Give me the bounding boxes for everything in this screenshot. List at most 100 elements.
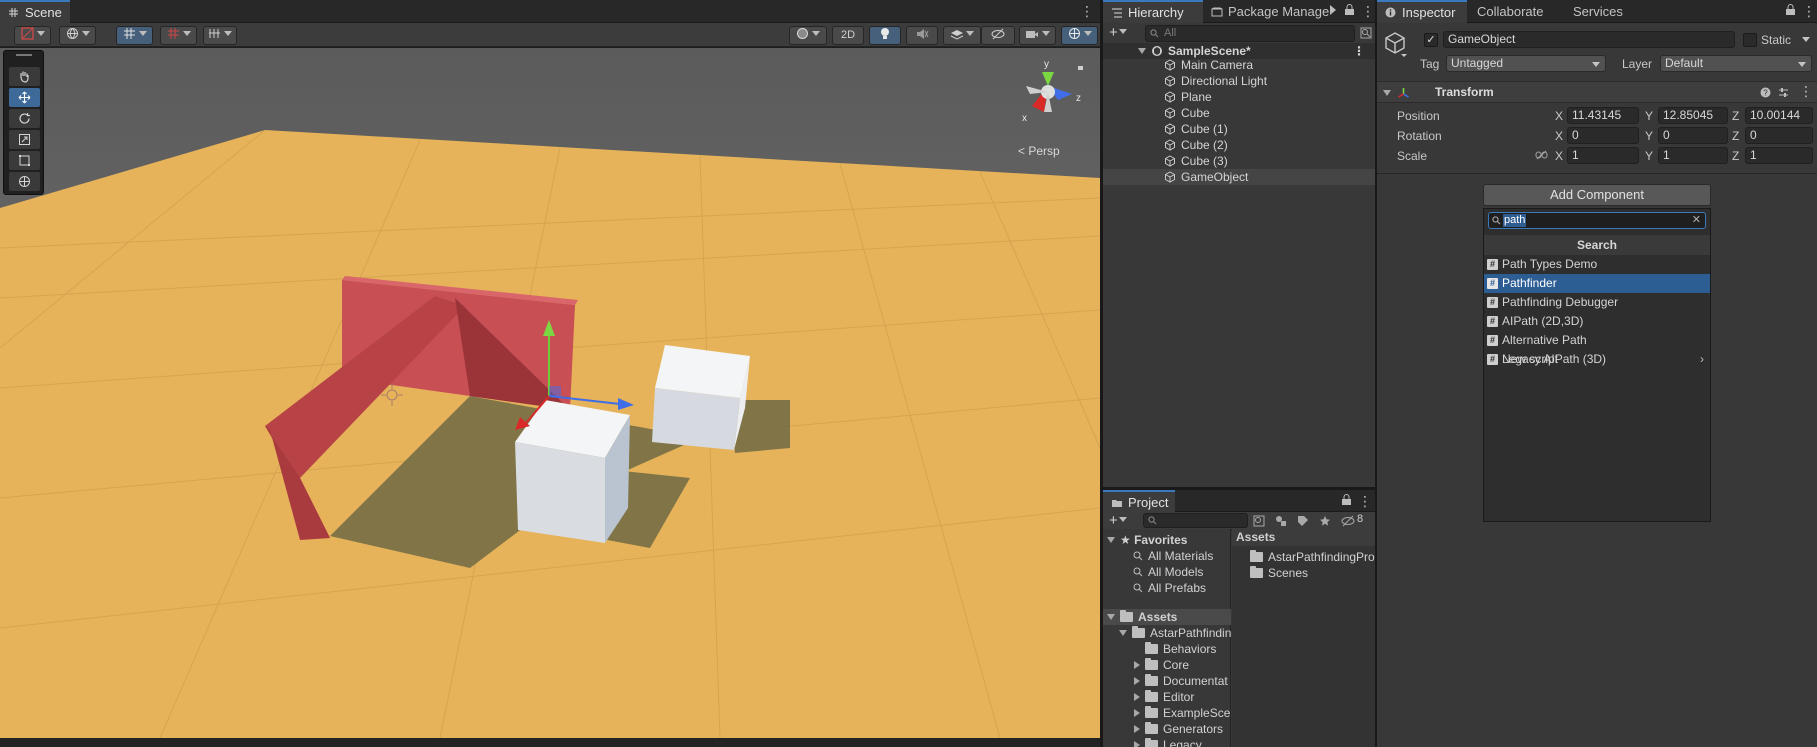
filter-type-icon[interactable] <box>1275 515 1287 527</box>
effects-button[interactable] <box>943 26 981 45</box>
hierarchy-item[interactable]: GameObject <box>1103 169 1375 185</box>
tab-scene[interactable]: Scene <box>0 0 70 23</box>
audio-toggle[interactable] <box>906 26 938 45</box>
hidden-packages-eye-icon[interactable] <box>1341 515 1355 527</box>
asset-folder-item[interactable]: Documentat <box>1134 673 1228 689</box>
assets-root-row[interactable]: Assets <box>1103 609 1231 625</box>
tab-project[interactable]: Project <box>1103 490 1175 513</box>
position-y-field[interactable]: 12.85045 <box>1658 107 1728 124</box>
collapse-arrow-icon[interactable] <box>1134 741 1140 747</box>
gizmos-button[interactable] <box>1061 26 1098 45</box>
hierarchy-item[interactable]: Cube (2) <box>1103 137 1375 153</box>
scale-x-field[interactable]: 1 <box>1567 147 1639 164</box>
tab-collaborate[interactable]: Collaborate <box>1469 0 1564 23</box>
scene-viewport[interactable]: y z x < Persp <box>0 48 1100 738</box>
preset-sliders-icon[interactable] <box>1778 87 1789 98</box>
favorites-row[interactable]: ★ Favorites <box>1107 532 1187 548</box>
lock-icon[interactable] <box>1344 4 1355 16</box>
expand-arrow-icon[interactable] <box>1119 630 1127 636</box>
project-lock-icon[interactable] <box>1341 494 1352 506</box>
asset-item[interactable]: Scenes <box>1250 565 1308 581</box>
lighting-toggle[interactable] <box>869 26 901 45</box>
static-dropdown-icon[interactable] <box>1802 37 1810 42</box>
component-result-item[interactable]: # Path Types Demo <box>1484 255 1710 274</box>
new-script-item[interactable]: New script › <box>1484 350 1710 369</box>
label-tag-icon[interactable] <box>1297 515 1309 527</box>
draw-mode-button[interactable] <box>14 26 51 45</box>
favorite-item[interactable]: All Models <box>1133 564 1203 580</box>
link-constrain-icon[interactable] <box>1535 150 1548 160</box>
increment-snap-button[interactable] <box>160 26 197 45</box>
asset-folder-item[interactable]: Behaviors <box>1134 641 1216 657</box>
assets-breadcrumb[interactable]: Assets <box>1232 529 1375 546</box>
tool-panel-grip[interactable] <box>16 54 32 56</box>
expand-arrow-icon[interactable] <box>1138 48 1146 54</box>
rotation-x-field[interactable]: 0 <box>1567 127 1639 144</box>
favorite-item[interactable]: All Materials <box>1133 548 1213 564</box>
rect-tool-button[interactable] <box>9 151 40 170</box>
tag-dropdown[interactable]: Untagged <box>1446 55 1606 72</box>
shading-mode-button[interactable] <box>789 26 827 45</box>
asset-folder-item[interactable]: AstarPathfindin <box>1119 625 1231 641</box>
project-menu-icon[interactable]: ⋮ <box>1358 493 1372 509</box>
collapse-arrow-icon[interactable] <box>1134 677 1140 685</box>
hierarchy-item[interactable]: Cube (3) <box>1103 153 1375 169</box>
gameobject-cube-icon[interactable] <box>1383 30 1409 58</box>
component-result-item[interactable]: # Alternative Path <box>1484 331 1710 350</box>
collapse-arrow-icon[interactable] <box>1134 709 1140 717</box>
rotate-tool-button[interactable] <box>9 109 40 128</box>
favorite-star-icon[interactable] <box>1319 515 1331 527</box>
orientation-button[interactable] <box>59 26 96 45</box>
asset-item[interactable]: AstarPathfindingPro <box>1250 549 1375 565</box>
component-result-item[interactable]: # AIPath (2D,3D) <box>1484 312 1710 331</box>
transform-foldout-icon[interactable] <box>1383 90 1391 96</box>
create-button[interactable]: + <box>1109 25 1137 42</box>
hidden-objects-toggle[interactable] <box>981 26 1015 45</box>
asset-folder-item[interactable]: Generators <box>1134 721 1223 737</box>
tab-hierarchy[interactable]: Hierarchy <box>1103 0 1203 23</box>
object-name-field[interactable]: GameObject <box>1443 31 1735 48</box>
asset-folder-item[interactable]: Legacy <box>1134 737 1202 747</box>
scene-menu-icon[interactable]: ⋮ <box>1080 3 1094 19</box>
tab-overflow-icon[interactable] <box>1330 5 1336 15</box>
tab-services[interactable]: Services <box>1565 0 1635 23</box>
scale-z-field[interactable]: 1 <box>1745 147 1813 164</box>
scale-tool-button[interactable] <box>9 130 40 149</box>
camera-settings-button[interactable] <box>1019 26 1056 45</box>
tab-package-manager[interactable]: Package Manage <box>1203 0 1338 23</box>
asset-folder-item[interactable]: Editor <box>1134 689 1194 705</box>
add-component-button[interactable]: Add Component <box>1483 184 1711 206</box>
component-result-item[interactable]: # Pathfinding Debugger <box>1484 293 1710 312</box>
hierarchy-item[interactable]: Cube <box>1103 105 1375 121</box>
component-menu-icon[interactable]: ⋮ <box>1799 83 1813 100</box>
clear-search-icon[interactable]: ✕ <box>1692 213 1701 226</box>
hierarchy-search-input[interactable]: All <box>1145 25 1355 42</box>
transform-header[interactable]: Transform ? ⋮ <box>1377 81 1817 103</box>
transform-tool-button[interactable] <box>9 172 40 191</box>
hierarchy-menu-icon[interactable]: ⋮ <box>1361 3 1375 19</box>
align-button[interactable] <box>203 26 237 45</box>
component-result-item[interactable]: # Pathfinder <box>1484 274 1710 293</box>
project-search-input[interactable] <box>1143 513 1248 528</box>
tab-inspector[interactable]: Inspector <box>1377 0 1467 23</box>
scale-y-field[interactable]: 1 <box>1658 147 1728 164</box>
position-x-field[interactable]: 11.43145 <box>1567 107 1639 124</box>
rotation-y-field[interactable]: 0 <box>1658 127 1728 144</box>
favorite-item[interactable]: All Prefabs <box>1133 580 1206 596</box>
move-tool-button[interactable] <box>9 88 40 107</box>
projection-label[interactable]: < Persp <box>1018 144 1060 158</box>
help-icon[interactable]: ? <box>1760 87 1771 98</box>
position-z-field[interactable]: 10.00144 <box>1745 107 1813 124</box>
search-by-type-icon[interactable] <box>1253 515 1265 527</box>
collapse-arrow-icon[interactable] <box>1134 693 1140 701</box>
asset-folder-item[interactable]: Core <box>1134 657 1189 673</box>
static-checkbox[interactable] <box>1743 33 1757 47</box>
rotation-z-field[interactable]: 0 <box>1745 127 1813 144</box>
grid-snap-button[interactable] <box>116 26 153 45</box>
component-search-input[interactable]: path ✕ <box>1488 212 1706 229</box>
mode-2d-button[interactable]: 2D <box>832 26 864 45</box>
inspector-lock-icon[interactable] <box>1785 4 1796 16</box>
project-create-button[interactable]: + <box>1109 512 1127 529</box>
hand-tool-button[interactable] <box>9 67 40 86</box>
collapse-arrow-icon[interactable] <box>1134 725 1140 733</box>
